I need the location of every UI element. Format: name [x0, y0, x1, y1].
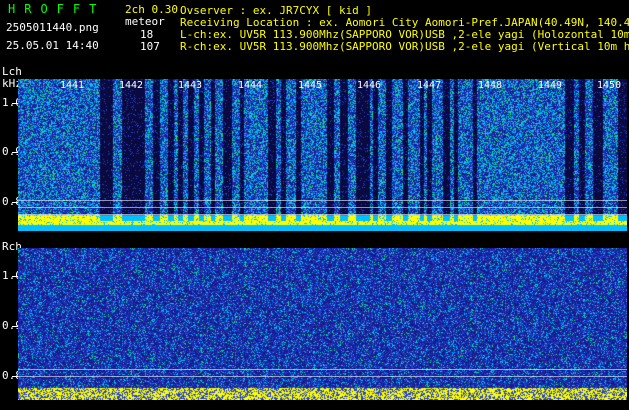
lch-spectrogram: [18, 79, 627, 231]
rch-ref-line-2: [18, 376, 627, 377]
minute-label-1448: 1448: [478, 80, 503, 91]
minute-label-1449: 1449: [538, 80, 563, 91]
lch-ref-line-1: [18, 200, 627, 201]
minute-label-1441: 1441: [60, 80, 85, 91]
lch-spectrogram-canvas: [18, 79, 627, 231]
app-brand: HROFFT: [8, 2, 106, 16]
lch-ref-line-3: [18, 214, 627, 215]
minute-label-1447: 1447: [417, 80, 442, 91]
lch-info-line: L-ch:ex. UV5R 113.900Mhz(SAPPORO VOR)USB…: [180, 28, 629, 41]
count-lch: 18: [140, 28, 154, 41]
mode-label: 2ch 0.30: [125, 3, 178, 16]
rch-info-line: R-ch:ex. UV5R 113.900Mhz(SAPPORO VOR)USB…: [180, 40, 629, 53]
count-rch: 107: [140, 40, 160, 53]
minute-label-1444: 1444: [238, 80, 263, 91]
location-line: Receiving Location : ex. Aomori City Aom…: [180, 16, 629, 29]
observer-line: Ovserver : ex. JR7CYX [ kid ]: [180, 4, 373, 17]
datetime-label: 25.05.01 14:40: [6, 39, 99, 52]
rch-ref-line-1: [18, 369, 627, 370]
rch-spectrogram: [18, 248, 627, 400]
minute-label-1442: 1442: [119, 80, 144, 91]
lch-ref-line-2: [18, 207, 627, 208]
minute-label-1446: 1446: [357, 80, 382, 91]
filename-label: 2505011440.png: [6, 21, 99, 34]
minute-label-1443: 1443: [178, 80, 203, 91]
rch-spectrogram-canvas: [18, 248, 627, 400]
lch-label: Lch: [2, 65, 22, 78]
minute-label-1445: 1445: [298, 80, 323, 91]
event-type-label: meteor: [125, 15, 165, 28]
spectrogram-window: { "header": { "brand": "HROFFT", "mode":…: [0, 0, 629, 410]
minute-label-1450: 1450: [597, 80, 622, 91]
